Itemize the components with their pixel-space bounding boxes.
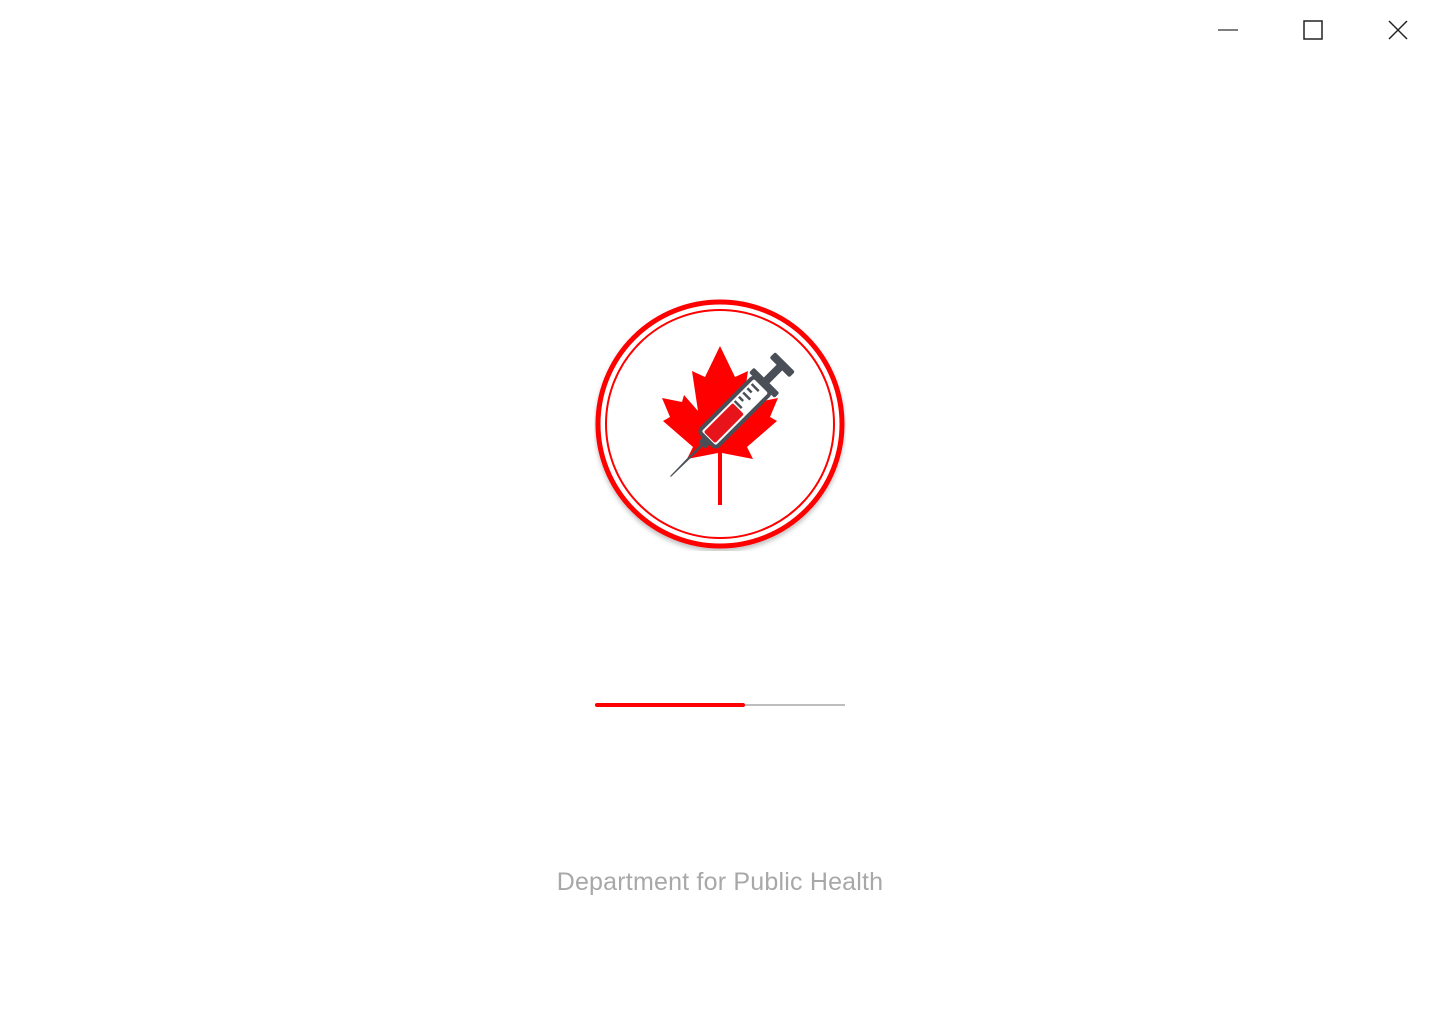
window-controls — [1185, 0, 1440, 60]
minimize-button[interactable] — [1185, 0, 1270, 60]
minimize-icon — [1217, 29, 1238, 31]
maximize-icon — [1302, 20, 1323, 40]
app-window: Department for Public Health — [0, 0, 1440, 1024]
loading-progress-fill — [595, 703, 745, 707]
close-button[interactable] — [1355, 0, 1440, 60]
organization-name: Department for Public Health — [556, 868, 884, 896]
maximize-button[interactable] — [1270, 0, 1355, 60]
maple-leaf-syringe-logo — [595, 299, 845, 549]
loading-progress-bar — [595, 703, 845, 707]
app-logo — [594, 299, 846, 551]
close-icon — [1387, 20, 1408, 40]
